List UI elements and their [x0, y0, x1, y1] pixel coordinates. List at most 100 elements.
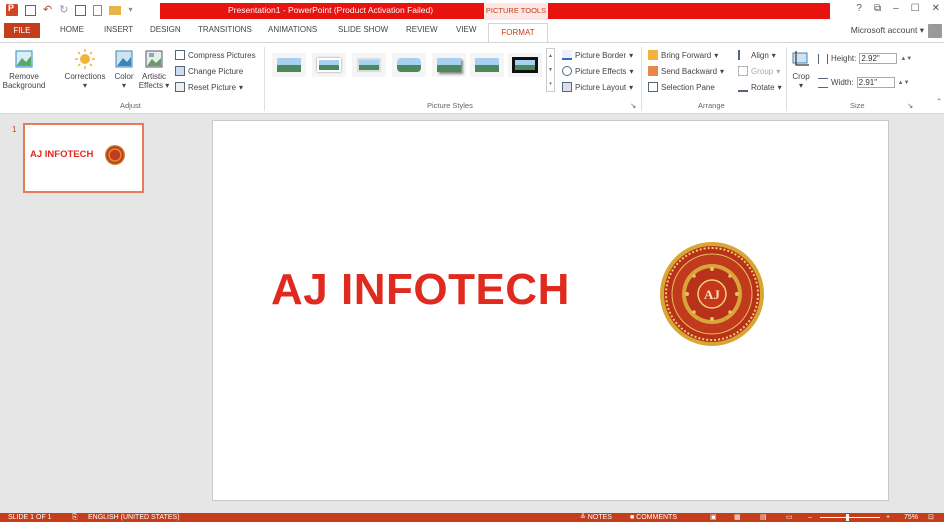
styles-dialog-launcher-icon[interactable]: ↘ — [630, 101, 636, 110]
corrections-sun-icon — [75, 49, 95, 69]
align-button[interactable]: Align ▾ — [738, 50, 776, 60]
change-picture-button[interactable]: Change Picture — [175, 66, 243, 76]
bring-forward-label: Bring Forward — [661, 50, 712, 60]
maximize-icon[interactable]: ☐ — [911, 3, 920, 14]
ribbon-display-options-icon[interactable]: ⧉ — [874, 3, 881, 14]
fit-slide-icon[interactable]: ⊡ — [928, 513, 934, 522]
new-file-icon[interactable] — [93, 4, 103, 16]
send-backward-button[interactable]: Send Backward ▾ — [648, 66, 724, 76]
tab-file[interactable]: FILE — [4, 23, 40, 38]
style-preview — [277, 58, 301, 72]
picture-style-5[interactable] — [432, 53, 466, 77]
notes-button[interactable]: ≜ NOTES — [580, 513, 612, 522]
language-indicator[interactable]: ENGLISH (UNITED STATES) — [88, 513, 180, 522]
picture-border-button[interactable]: Picture Border ▾ — [562, 50, 633, 60]
width-field: Width: 2.91" ▲▼ — [818, 77, 910, 88]
zoom-out-icon[interactable]: – — [808, 513, 812, 522]
slide-number: 1 — [12, 125, 17, 134]
open-folder-icon[interactable] — [109, 5, 122, 15]
picture-styles-group-label: Picture Styles — [427, 101, 473, 110]
tab-home[interactable]: HOME — [60, 25, 84, 34]
group-button[interactable]: Group ▾ — [738, 66, 780, 76]
reading-view-icon[interactable]: ▤ — [760, 513, 767, 522]
collapse-ribbon-icon[interactable]: ⌃ — [936, 97, 942, 106]
thumbnail-logo — [105, 145, 125, 165]
avatar[interactable] — [928, 24, 942, 38]
crop-button[interactable]: Crop ▾ — [790, 49, 812, 90]
styles-gallery-scroll[interactable]: ▲ ▼ ▾ — [546, 48, 555, 92]
picture-layout-icon — [562, 82, 572, 92]
height-spinner[interactable]: ▲▼ — [900, 56, 912, 62]
corrections-label: Corrections — [64, 72, 106, 81]
slide-canvas[interactable]: AJ INFOTECH AJ — [212, 120, 889, 501]
width-input[interactable]: 2.91" — [856, 77, 895, 88]
tab-animations[interactable]: ANIMATIONS — [268, 25, 317, 34]
picture-layout-button[interactable]: Picture Layout ▾ — [562, 82, 633, 92]
rotate-button[interactable]: Rotate ▾ — [738, 82, 782, 92]
picture-effects-icon — [562, 66, 572, 76]
title-band-right — [558, 3, 830, 19]
picture-style-1[interactable] — [272, 53, 306, 77]
slide-title[interactable]: AJ INFOTECH — [271, 265, 570, 315]
picture-tools-context-label: PICTURE TOOLS — [484, 3, 548, 20]
picture-style-2[interactable] — [312, 53, 346, 77]
zoom-in-icon[interactable]: + — [886, 513, 890, 522]
picture-style-3[interactable] — [352, 53, 386, 77]
slide-sorter-icon[interactable]: ▦ — [734, 513, 741, 522]
minimize-icon[interactable]: – — [893, 3, 899, 14]
tab-review[interactable]: REVIEW — [406, 25, 438, 34]
title-bar: ↶ ↻ ▾ Presentation1 - PowerPoint (Produc… — [0, 0, 944, 20]
zoom-slider-track[interactable] — [820, 517, 880, 518]
remove-background-label-1: Remove — [9, 72, 39, 81]
slideshow-view-icon[interactable]: ▭ — [786, 513, 793, 522]
normal-view-icon[interactable]: ▣ — [710, 513, 717, 522]
zoom-level[interactable]: 75% — [904, 513, 918, 522]
selection-pane-button[interactable]: Selection Pane — [648, 82, 715, 92]
save-icon[interactable] — [25, 4, 36, 16]
aj-infotech-seal-logo[interactable]: AJ — [659, 241, 765, 347]
align-label: Align — [751, 50, 769, 60]
rotate-icon — [738, 82, 748, 92]
picture-style-4[interactable] — [392, 53, 426, 77]
customize-qat-icon[interactable]: ▾ — [128, 5, 132, 16]
picture-effects-button[interactable]: Picture Effects ▾ — [562, 66, 633, 76]
tab-transitions[interactable]: TRANSITIONS — [198, 25, 252, 34]
picture-style-7[interactable] — [508, 53, 542, 77]
picture-effects-label: Picture Effects — [575, 66, 627, 76]
compress-pictures-button[interactable]: Compress Pictures — [175, 50, 256, 60]
picture-style-6[interactable] — [470, 53, 504, 77]
account-menu[interactable]: Microsoft account ▾ — [851, 25, 924, 36]
tab-view[interactable]: VIEW — [456, 25, 476, 34]
artistic-effects-button[interactable]: Artistic Effects ▾ — [138, 49, 170, 90]
tab-slide-show[interactable]: SLIDE SHOW — [338, 25, 388, 34]
start-from-beginning-icon[interactable] — [75, 4, 87, 16]
reset-picture-button[interactable]: Reset Picture ▾ — [175, 82, 243, 92]
color-button[interactable]: Color ▾ — [112, 49, 136, 90]
reset-picture-icon — [175, 82, 185, 92]
tab-insert[interactable]: INSERT — [104, 25, 133, 34]
width-label: Width: — [831, 78, 854, 87]
powerpoint-logo-icon[interactable] — [6, 3, 18, 16]
slide-thumbnail-1[interactable]: AJ INFOTECH — [23, 123, 144, 193]
ribbon-tabs: FILE HOME INSERT DESIGN TRANSITIONS ANIM… — [0, 20, 944, 42]
spellcheck-icon[interactable]: ⎘ — [72, 513, 78, 522]
quick-access-toolbar: ↶ ↻ ▾ — [6, 2, 132, 18]
remove-background-button[interactable]: Remove Background — [2, 49, 46, 90]
send-backward-label: Send Backward — [661, 66, 718, 76]
tab-design[interactable]: DESIGN — [150, 25, 181, 34]
size-dialog-launcher-icon[interactable]: ↘ — [907, 101, 913, 110]
undo-icon[interactable]: ↶ — [43, 4, 52, 16]
height-input[interactable]: 2.92" — [859, 53, 898, 64]
comments-button[interactable]: ■ COMMENTS — [630, 513, 677, 522]
slide-counter[interactable]: SLIDE 1 OF 1 — [8, 513, 52, 522]
reset-picture-label: Reset Picture — [188, 82, 237, 92]
close-icon[interactable]: ✕ — [932, 3, 940, 14]
window-controls: ? ⧉ – ☐ ✕ — [856, 3, 940, 14]
width-spinner[interactable]: ▲▼ — [898, 80, 910, 86]
bring-forward-button[interactable]: Bring Forward ▾ — [648, 50, 718, 60]
tab-format[interactable]: FORMAT — [488, 23, 548, 42]
help-icon[interactable]: ? — [856, 3, 862, 14]
corrections-button[interactable]: Corrections ▾ — [62, 49, 108, 90]
redo-icon[interactable]: ↻ — [59, 4, 68, 16]
zoom-slider-thumb[interactable] — [846, 514, 849, 521]
